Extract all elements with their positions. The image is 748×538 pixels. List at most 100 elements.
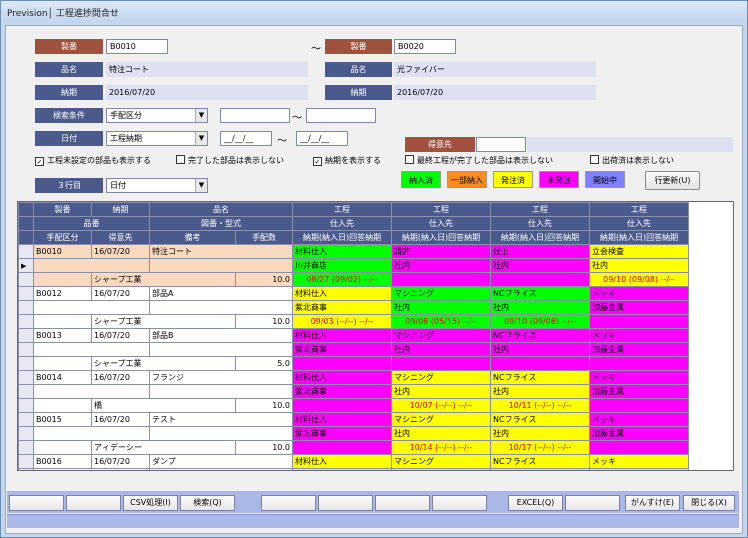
table-row[interactable]: 紫北商事社内社内加藤金属 [18,384,689,399]
chevron-down-icon[interactable]: ▼ [195,132,207,145]
search-text-from[interactable] [220,108,290,123]
blank-button-7[interactable] [565,495,620,511]
checkbox-icon[interactable] [405,155,414,164]
table-row[interactable]: B0015 16/07/20 テスト 材料仕入 マシニング NCフライス メッキ [18,412,689,427]
table-row[interactable]: 紫北商事社内社内加藤金属 [18,300,689,315]
table-row[interactable]: B0013 16/07/20 部品B 材料仕入 マシニング NCフライス メッキ [18,328,689,343]
table-row[interactable]: B0010 16/07/20 特注コート 材料仕入 請許 仕上 立会検査 [18,244,689,259]
checkbox-icon[interactable]: ✓ [35,157,44,166]
zuban-cell [149,300,293,315]
search-condition-select[interactable]: 手配区分 ▼ [106,108,208,123]
chevron-down-icon[interactable]: ▼ [195,179,207,192]
tokuisaki-cell: シャープ工業 [91,272,236,287]
hinmei-label: 品名 [35,62,103,77]
supplier-cell: 社内 [490,426,590,441]
table-row[interactable]: アィデーシー 10.0 10/14 (--/--) --/-- 10/17 (--/-… [18,440,689,455]
seiban-cell: B0015 [33,412,92,427]
hinmei-cell: 特注コート [149,244,293,259]
search-text-to[interactable] [306,108,376,123]
row-selector-header [18,202,34,217]
blank-button-2[interactable] [66,495,121,511]
date-tilde: ～ [277,136,287,147]
date-cell [589,398,689,413]
hinmei-cell: 部品B [149,328,293,343]
date-type-select[interactable]: 工程納期 ▼ [106,131,208,146]
table-row[interactable]: B0016 16/07/20 ダンプ 材料仕入 マシニング NCフライス メッキ [18,454,689,469]
check-show-unset-label: 工程未設定の部品も表示する [47,156,151,165]
row-selector [18,384,34,399]
csv-button[interactable]: CSV処理(I) [123,495,178,511]
excel-button[interactable]: EXCEL(Q) [508,495,563,511]
table-row[interactable]: シャープ工業 5.0 [18,356,689,371]
row-selector [18,314,34,329]
close-button[interactable]: 閉じる(X) [683,495,735,511]
search-button[interactable]: 検索(Q) [180,495,235,511]
search-condition-value: 手配区分 [110,111,142,120]
row3-value: 日付 [110,181,126,190]
supplier-cell: 社内 [391,426,491,441]
blank-button-1[interactable] [9,495,64,511]
chevron-down-icon[interactable]: ▼ [195,109,207,122]
progress-grid[interactable]: 製番 納期 品名 工程 工程 工程 工程 品番 図番・型式 仕入先 仕入先 仕入先 仕入先 手配区分 得意先… [17,201,734,471]
seiban-from-input[interactable]: B0010 [106,39,168,54]
checkbox-icon[interactable] [176,155,185,164]
grid-header-row-3: 手配区分 得意先 備考 手配数 納期(納入日)回答納期 納期(納入日)回答納期 納期(納入日… [18,230,689,245]
table-row[interactable]: ▶ 川井商店 社内 社内 社内 [18,258,689,273]
process-name-cell: 仕上 [490,244,590,259]
tokuisaki-input[interactable] [476,137,526,152]
date-from-input[interactable]: __/__/__ [220,131,272,146]
check-hide-final-done[interactable]: 最終工程が完了した部品は表示しない [405,155,553,167]
date-type-value: 工程納期 [110,134,142,143]
tehai-kubun-cell [33,314,92,329]
supplier-cell: 社内 [391,300,491,315]
row-selector [18,300,34,315]
supplier-cell: 社内 [490,342,590,357]
seiban-to-label: 製番 [325,39,392,54]
row3-select[interactable]: 日付 ▼ [106,178,208,193]
check-hide-shipped[interactable]: 出荷済は表示しない [590,155,674,167]
table-row[interactable]: 橋 10.0 10/07 (--/--) --/-- 10/11 (--/--) --… [18,398,689,413]
blank-button-6[interactable] [432,495,487,511]
table-row[interactable]: 紫北商事社内社内加藤金属 [18,342,689,357]
table-row[interactable]: B0012 16/07/20 部品A 材料仕入 マシニング NCフライス メッキ [18,286,689,301]
checkbox-icon[interactable]: ✓ [313,157,322,166]
process-name-cell: メッキ [589,370,689,385]
seiban-to-input[interactable]: B0020 [394,39,456,54]
check-hide-completed[interactable]: 完了した部品は表示しない [176,155,284,167]
search-condition-label: 検索条件 [35,108,103,123]
hinban-cell [33,426,150,441]
check-show-unset[interactable]: ✓ 工程未設定の部品も表示する [35,155,151,167]
nouki-to-label: 納期 [325,85,392,100]
table-row[interactable]: 紫北商事社内社内加藤金属 [18,426,689,441]
date-cell [589,314,689,329]
refresh-button[interactable]: 行更新(U) [645,171,700,190]
process-name-cell: NCフライス [490,454,590,469]
hinmei-cell: フランジ [149,370,293,385]
table-row[interactable]: 紫北商事社内社内加藤金属 [18,468,689,470]
legend-hacchuzumi: 発注済 [493,171,533,188]
blank-button-5[interactable] [375,495,430,511]
blank-button-4[interactable] [318,495,373,511]
blank-button-3[interactable] [261,495,316,511]
row-selector [18,272,34,287]
search-tilde: ～ [292,113,302,124]
ganbare-button[interactable]: がんすけ(E) [625,495,680,511]
table-row[interactable]: シャープ工業 10.0 09/03 (--/--) --/-- 09/08 (05/1… [18,314,689,329]
process-name-cell: マシニング [391,370,491,385]
header-tokuisaki: 得意先 [91,230,150,245]
check-show-nouki-label: 納期を表示する [325,156,381,165]
tokuisaki-label: 得意先 [405,137,475,152]
date-to-input[interactable]: __/__/__ [296,131,348,146]
tokuisaki-name [527,137,733,152]
date-cell [490,356,590,371]
check-show-nouki[interactable]: ✓ 納期を表示する [313,155,381,167]
header-zuban: 図番・型式 [149,216,293,231]
table-row[interactable]: シャープ工業 10.0 08/27 (09/02) --/-- 09/10 (09/0… [18,272,689,287]
header-seiban: 製番 [33,202,92,217]
seiban-cell: B0012 [33,286,92,301]
row-selector [18,468,34,470]
table-row[interactable]: B0014 16/07/20 フランジ 材料仕入 マシニング NCフライス メッキ [18,370,689,385]
status-bar [7,514,739,528]
checkbox-icon[interactable] [590,155,599,164]
hinmei-from-value: 特注コート [106,62,308,77]
